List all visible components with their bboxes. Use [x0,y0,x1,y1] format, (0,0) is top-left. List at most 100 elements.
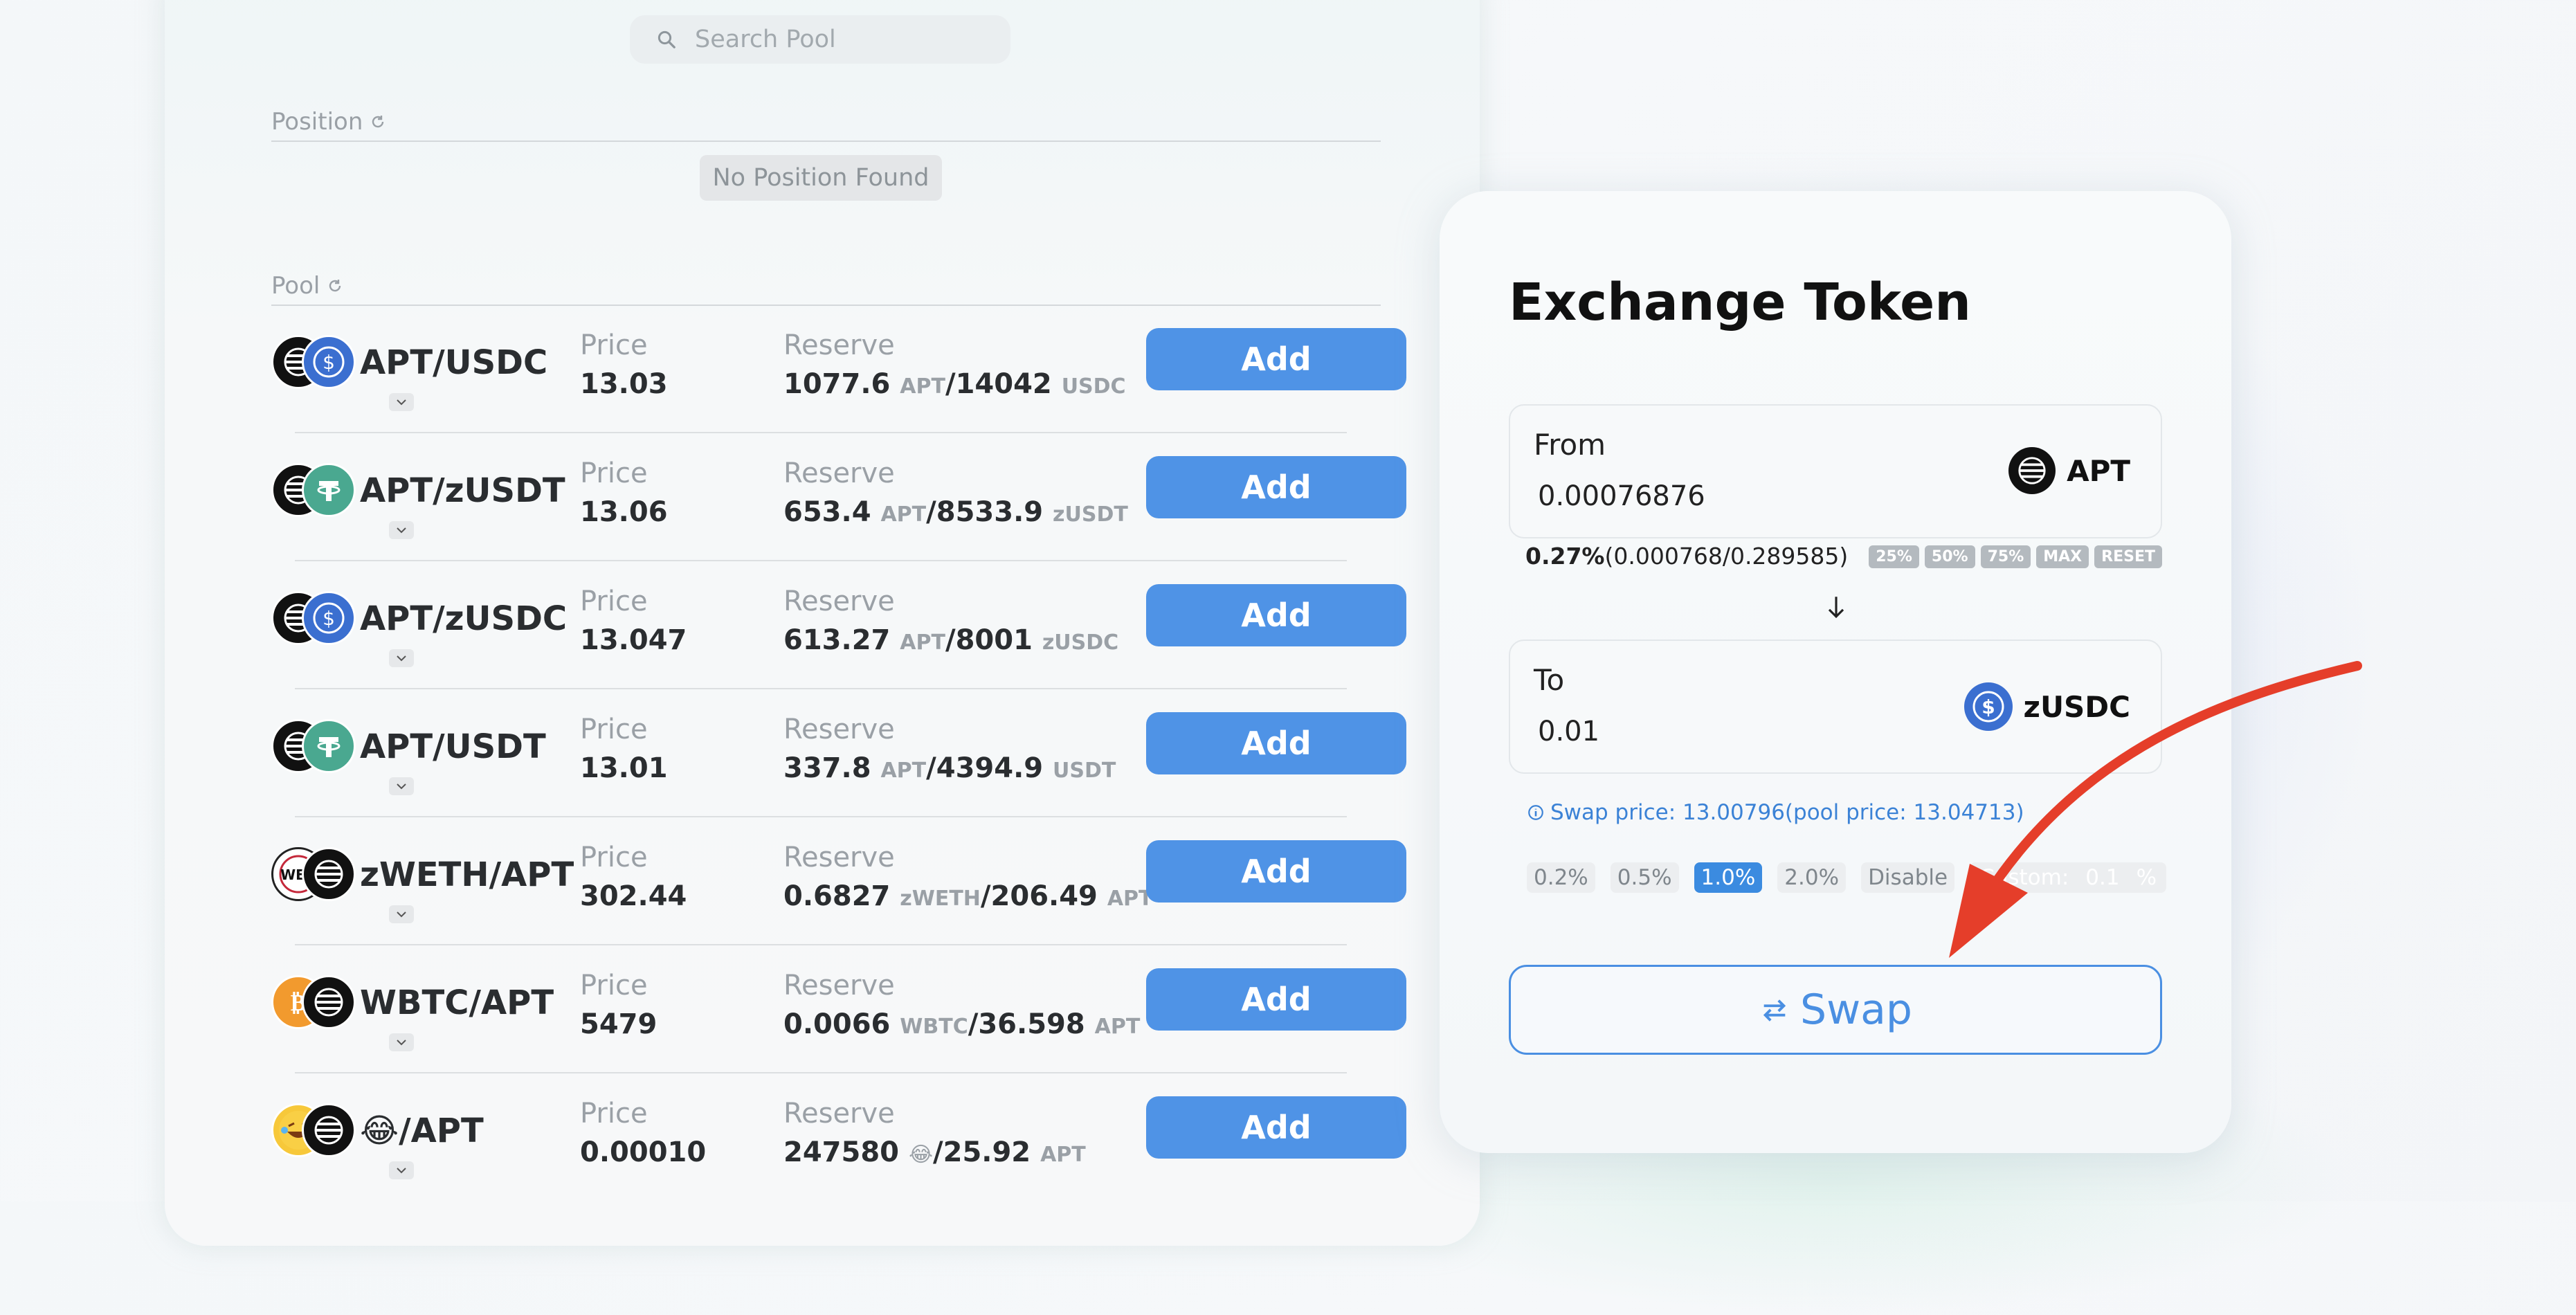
exchange-title: Exchange Token [1509,273,1971,332]
reserve-label: Reserve [783,714,895,745]
chip-max[interactable]: MAX [2036,545,2089,568]
chevron-down-icon[interactable] [389,393,414,411]
refresh-icon[interactable] [327,278,343,294]
pool-row: 😂/APT Price 0.00010 Reserve 247580 😂/25.… [271,1073,1406,1201]
from-label: From [1534,428,1606,462]
price-label: Price [580,1098,648,1130]
add-liquidity-button[interactable]: Add [1146,1096,1406,1159]
usdc-icon: $ [302,591,356,645]
price-label: Price [580,714,648,745]
reserve-value: 0.0066 WBTC/36.598 APT [783,1008,1141,1040]
pair-name: zWETH/APT [360,855,574,894]
to-amount[interactable]: 0.01 [1538,716,1599,747]
swap-label: Swap [1799,986,1912,1034]
slippage-0-5[interactable]: 0.5% [1610,862,1679,893]
pool-row: WE zWETH/APT Price 302.44 Reserve 0.6827… [271,817,1406,945]
pair-name: APT/USDC [360,343,548,382]
pool-row: APT/zUSDT Price 13.06 Reserve 653.4 APT/… [271,433,1406,561]
usdt-icon [302,463,356,517]
slippage-0-2[interactable]: 0.2% [1527,862,1595,893]
price-value: 13.06 [580,496,668,528]
chevron-down-icon[interactable] [389,521,414,539]
search-icon [657,30,675,48]
from-token-selector[interactable]: APT [2008,447,2130,494]
info-icon [1528,805,1543,820]
chip-50[interactable]: 50% [1924,545,1975,568]
reserve-label: Reserve [783,586,895,617]
swap-arrows-icon [1763,999,1786,1022]
pair-icons: WE [271,847,356,903]
reserve-label: Reserve [783,970,895,1001]
price-value: 302.44 [580,880,687,912]
pair-icons: $ [271,591,356,646]
apt-icon [302,975,356,1029]
pair-icons [271,719,356,774]
apt-icon [302,1103,356,1157]
pair-name: APT/zUSDT [360,471,565,510]
pool-row: $ APT/zUSDC Price 13.047 Reserve 613.27 … [271,561,1406,689]
slippage-2-0[interactable]: 2.0% [1777,862,1847,893]
pool-row: ₿ WBTC/APT Price 5479 Reserve 0.0066 WBT… [271,945,1406,1073]
search-input[interactable] [693,25,987,54]
swap-button[interactable]: Swap [1509,965,2162,1055]
reserve-label: Reserve [783,842,895,873]
pair-name: APT/zUSDC [360,599,568,638]
chip-25[interactable]: 25% [1869,545,1919,568]
balance-percent: 0.27%(0.000768/0.289585) [1525,543,1849,570]
pair-name: APT/USDT [360,727,546,766]
price-label: Price [580,457,648,489]
slippage-1-0[interactable]: 1.0% [1694,862,1763,893]
reserve-value: 1077.6 APT/14042 USDC [783,368,1126,400]
arrow-down-icon[interactable] [1824,594,1849,622]
add-liquidity-button[interactable]: Add [1146,840,1406,903]
price-value: 0.00010 [580,1136,707,1168]
chevron-down-icon[interactable] [389,905,414,923]
price-label: Price [580,586,648,617]
reserve-value: 247580 😂/25.92 APT [783,1136,1086,1168]
refresh-icon[interactable] [370,114,386,130]
price-value: 13.047 [580,624,687,656]
position-title: Position [271,108,386,136]
divider [271,140,1381,142]
chevron-down-icon[interactable] [389,1161,414,1179]
price-label: Price [580,329,648,361]
pair-name: 😂/APT [360,1112,484,1150]
svg-text:$: $ [323,607,335,630]
reserve-label: Reserve [783,1098,895,1130]
pair-name: WBTC/APT [360,983,554,1022]
reserve-value: 613.27 APT/8001 zUSDC [783,624,1119,656]
add-liquidity-button[interactable]: Add [1146,712,1406,774]
from-amount[interactable]: 0.00076876 [1538,480,1705,512]
position-title-label: Position [271,108,363,136]
chip-75[interactable]: 75% [1980,545,2031,568]
price-label: Price [580,842,648,873]
reserve-value: 0.6827 zWETH/206.49 APT [783,880,1153,912]
price-label: Price [580,970,648,1001]
pool-row: $ APT/USDC Price 13.03 Reserve 1077.6 AP… [271,305,1406,433]
add-liquidity-button[interactable]: Add [1146,968,1406,1031]
add-liquidity-button[interactable]: Add [1146,456,1406,518]
search-box[interactable] [630,15,1010,64]
pool-title-label: Pool [271,272,320,300]
annotation-arrow-icon [1949,661,2362,958]
chip-reset[interactable]: RESET [2094,545,2162,568]
reserve-value: 653.4 APT/8533.9 zUSDT [783,496,1128,528]
pair-icons [271,463,356,518]
svg-text:$: $ [323,351,335,374]
chevron-down-icon[interactable] [389,1033,414,1051]
pool-title: Pool [271,272,343,300]
add-liquidity-button[interactable]: Add [1146,584,1406,646]
price-value: 13.03 [580,368,668,400]
from-field[interactable]: From 0.00076876 APT [1509,404,2162,538]
apt-icon [2008,447,2056,494]
chevron-down-icon[interactable] [389,777,414,795]
pair-icons: $ [271,335,356,390]
reserve-label: Reserve [783,329,895,361]
add-liquidity-button[interactable]: Add [1146,328,1406,390]
chevron-down-icon[interactable] [389,649,414,667]
pair-icons: ₿ [271,975,356,1031]
price-value: 13.01 [580,752,668,784]
pool-row: APT/USDT Price 13.01 Reserve 337.8 APT/4… [271,689,1406,817]
pair-icons [271,1103,356,1159]
to-label: To [1534,663,1565,697]
